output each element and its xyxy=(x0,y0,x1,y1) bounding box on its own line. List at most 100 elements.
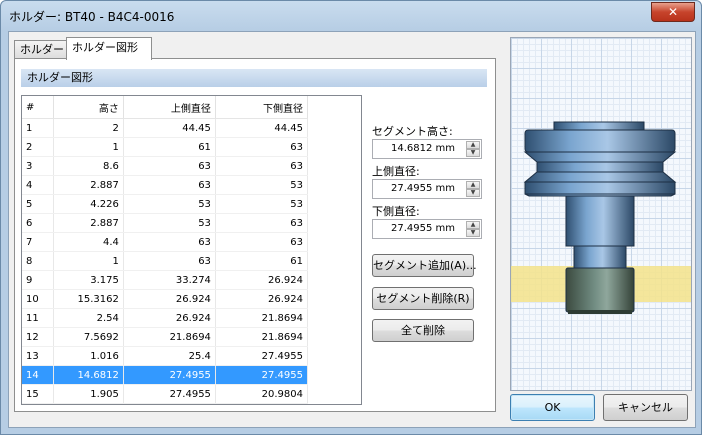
tab-holder-shape[interactable]: ホルダー図形 xyxy=(66,37,152,60)
tab-holder[interactable]: ホルダー xyxy=(14,40,72,59)
table-cell: 27.4955 xyxy=(215,346,309,366)
table-cell: 8.6 xyxy=(53,156,124,176)
add-segment-button[interactable]: セグメント追加(A)... xyxy=(372,254,477,277)
table-row[interactable]: 12 7.5692 21.8694 21.8694 xyxy=(22,327,309,347)
holder-preview xyxy=(510,37,692,391)
table-cell: 44.45 xyxy=(215,118,309,138)
table-cell: 33.274 xyxy=(123,270,216,290)
close-icon: ✕ xyxy=(667,5,679,19)
table-cell: 8 xyxy=(22,251,55,271)
table-cell: 21.8694 xyxy=(215,308,309,328)
table-cell: 2 xyxy=(22,137,55,157)
spin-down-icon[interactable]: ▼ xyxy=(466,229,480,237)
upper-diameter-input[interactable]: 27.4955 mm ▲ ▼ xyxy=(372,179,482,199)
lower-diameter-input[interactable]: 27.4955 mm ▲ ▼ xyxy=(372,219,482,239)
segment-table[interactable]: # 高さ 上側直径 下側直径 1 2 44.45 44.45 2 1 61 63 3 8.6 63 6… xyxy=(21,95,362,405)
table-cell: 63 xyxy=(215,213,309,233)
lower-diameter-value[interactable]: 27.4955 mm xyxy=(373,220,457,238)
table-row[interactable]: 2 1 61 63 xyxy=(22,137,309,157)
table-cell: 26.924 xyxy=(123,289,216,309)
table-cell: 6 xyxy=(22,213,55,233)
ok-button[interactable]: OK xyxy=(510,394,595,421)
table-cell: 27.4955 xyxy=(215,365,309,385)
table-cell: 11 xyxy=(22,308,55,328)
table-cell: 63 xyxy=(123,175,216,195)
table-cell: 53 xyxy=(123,213,216,233)
table-cell: 27.4955 xyxy=(123,365,216,385)
table-row[interactable]: 10 15.3162 26.924 26.924 xyxy=(22,289,309,309)
table-cell: 26.924 xyxy=(123,308,216,328)
table-cell: 4.226 xyxy=(53,194,124,214)
column-header-upper-diameter[interactable]: 上側直径 xyxy=(123,96,216,119)
table-row[interactable]: 15 1.905 27.4955 20.9804 xyxy=(22,384,309,404)
table-row[interactable]: 1 2 44.45 44.45 xyxy=(22,118,309,138)
table-cell: 27.4955 xyxy=(123,384,216,404)
table-cell: 21.8694 xyxy=(123,327,216,347)
table-cell: 13 xyxy=(22,346,55,366)
table-cell: 12 xyxy=(22,327,55,347)
delete-segment-button[interactable]: セグメント削除(R) xyxy=(372,287,474,310)
table-cell: 53 xyxy=(215,194,309,214)
segment-height-value[interactable]: 14.6812 mm xyxy=(373,140,457,158)
table-cell: 1.016 xyxy=(53,346,124,366)
table-row[interactable]: 11 2.54 26.924 21.8694 xyxy=(22,308,309,328)
table-cell: 2 xyxy=(53,118,124,138)
column-header-index[interactable]: # xyxy=(22,96,55,119)
table-cell: 4 xyxy=(22,175,55,195)
column-header-height[interactable]: 高さ xyxy=(53,96,124,119)
delete-all-button[interactable]: 全て削除 xyxy=(372,319,474,342)
table-row[interactable]: 13 1.016 25.4 27.4955 xyxy=(22,346,309,366)
table-cell: 2.887 xyxy=(53,213,124,233)
table-cell: 61 xyxy=(123,137,216,157)
table-cell: 61 xyxy=(215,251,309,271)
table-cell: 1.905 xyxy=(53,384,124,404)
table-cell: 15 xyxy=(22,384,55,404)
table-cell: 5 xyxy=(22,194,55,214)
upper-diameter-value[interactable]: 27.4955 mm xyxy=(373,180,457,198)
table-row[interactable]: 8 1 63 61 xyxy=(22,251,309,271)
table-cell: 63 xyxy=(215,156,309,176)
table-cell: 63 xyxy=(123,232,216,252)
table-cell: 1 xyxy=(53,137,124,157)
table-cell: 3 xyxy=(22,156,55,176)
table-cell: 63 xyxy=(215,137,309,157)
title-bar[interactable]: ホルダー: BT40 - B4C4-0016 ✕ xyxy=(1,1,701,31)
table-row[interactable]: 7 4.4 63 63 xyxy=(22,232,309,252)
table-cell: 10 xyxy=(22,289,55,309)
table-cell: 44.45 xyxy=(123,118,216,138)
close-button[interactable]: ✕ xyxy=(651,2,695,22)
table-cell: 4.4 xyxy=(53,232,124,252)
window-title: ホルダー: BT40 - B4C4-0016 xyxy=(9,10,175,24)
table-row[interactable]: 5 4.226 53 53 xyxy=(22,194,309,214)
table-cell: 14 xyxy=(22,365,55,385)
table-row[interactable]: 6 2.887 53 63 xyxy=(22,213,309,233)
table-cell: 2.887 xyxy=(53,175,124,195)
spin-up-icon[interactable]: ▲ xyxy=(466,221,480,229)
table-cell: 9 xyxy=(22,270,55,290)
lower-diameter-label: 下側直径: xyxy=(372,205,420,218)
table-cell: 63 xyxy=(215,232,309,252)
holder-shape-drawing xyxy=(511,121,691,314)
table-cell: 2.54 xyxy=(53,308,124,328)
table-cell: 20.9804 xyxy=(215,384,309,404)
segment-height-input[interactable]: 14.6812 mm ▲ ▼ xyxy=(372,139,482,159)
spin-down-icon[interactable]: ▼ xyxy=(466,149,480,157)
table-row[interactable]: 14 14.6812 27.4955 27.4955 xyxy=(22,365,309,385)
cancel-button[interactable]: キャンセル xyxy=(603,394,688,421)
table-cell: 15.3162 xyxy=(53,289,124,309)
table-cell: 63 xyxy=(123,156,216,176)
table-cell: 63 xyxy=(123,251,216,271)
table-header-row: # 高さ 上側直径 下側直径 xyxy=(22,96,309,119)
table-row[interactable]: 9 3.175 33.274 26.924 xyxy=(22,270,309,290)
table-cell: 1 xyxy=(53,251,124,271)
table-row[interactable]: 4 2.887 63 53 xyxy=(22,175,309,195)
dialog-window: ホルダー: BT40 - B4C4-0016 ✕ ホルダー ホルダー図形 ホルダ… xyxy=(0,0,702,435)
table-row[interactable]: 3 8.6 63 63 xyxy=(22,156,309,176)
table-cell: 21.8694 xyxy=(215,327,309,347)
spin-down-icon[interactable]: ▼ xyxy=(466,189,480,197)
table-cell: 26.924 xyxy=(215,289,309,309)
spin-up-icon[interactable]: ▲ xyxy=(466,141,480,149)
spin-up-icon[interactable]: ▲ xyxy=(466,181,480,189)
table-cell: 7.5692 xyxy=(53,327,124,347)
column-header-lower-diameter[interactable]: 下側直径 xyxy=(215,96,309,119)
